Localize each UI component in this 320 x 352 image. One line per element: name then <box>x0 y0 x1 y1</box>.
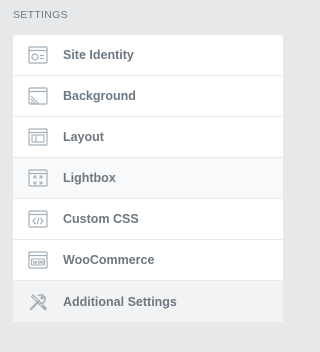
menu-item-background[interactable]: Background <box>13 76 283 117</box>
menu-item-additional-settings[interactable]: Additional Settings <box>13 281 283 322</box>
menu-item-custom-css[interactable]: Custom CSS <box>13 199 283 240</box>
menu-item-label: Custom CSS <box>63 212 139 226</box>
layout-icon <box>27 127 48 148</box>
menu-item-label: Lightbox <box>63 171 116 185</box>
menu-item-label: Layout <box>63 130 104 144</box>
lightbox-icon <box>27 168 48 189</box>
woocommerce-icon <box>27 250 48 271</box>
menu-item-woocommerce[interactable]: WooCommerce <box>13 240 283 281</box>
additional-settings-icon <box>27 291 48 312</box>
custom-css-icon <box>27 209 48 230</box>
section-title: SETTINGS <box>13 9 68 21</box>
menu-item-label: Site Identity <box>63 48 134 62</box>
settings-menu: Site Identity Background Layout Lightbox… <box>13 35 283 322</box>
site-identity-icon <box>27 45 48 66</box>
menu-item-lightbox[interactable]: Lightbox <box>13 158 283 199</box>
background-icon <box>27 86 48 107</box>
menu-item-label: Background <box>63 89 136 103</box>
menu-item-label: Additional Settings <box>63 294 177 309</box>
menu-item-label: WooCommerce <box>63 253 155 267</box>
menu-item-layout[interactable]: Layout <box>13 117 283 158</box>
menu-item-site-identity[interactable]: Site Identity <box>13 35 283 76</box>
